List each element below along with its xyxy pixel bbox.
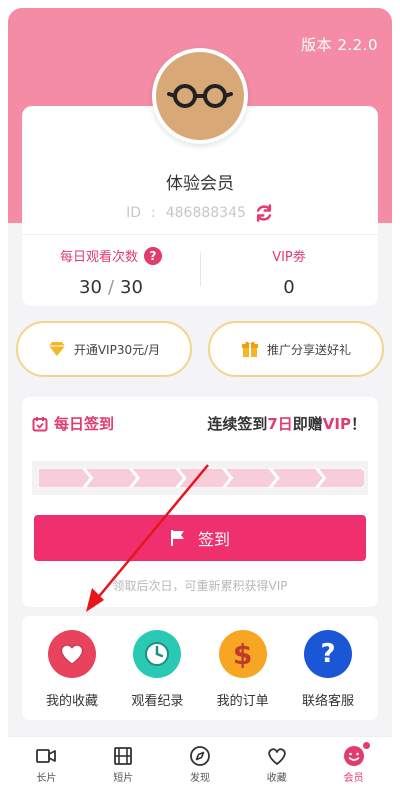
daily-used: 30 (79, 277, 102, 298)
my-favorites-label: 我的收藏 (45, 694, 98, 709)
daily-views-label: 每日观看次数 (59, 250, 138, 265)
my-favorites-item[interactable]: 我的收藏 (30, 616, 114, 720)
tab-member[interactable]: 会员 (324, 737, 384, 784)
flag-icon (170, 530, 184, 546)
progress-day-2 (83, 467, 139, 489)
heart-icon (48, 630, 96, 678)
quick-actions: 我的收藏 观看纪录 $ 我的订单 ? 联络客服 (22, 616, 378, 720)
signin-title: 每日签到 (54, 415, 115, 433)
question-mark-icon[interactable]: ? (144, 246, 162, 265)
avatar[interactable] (152, 48, 248, 144)
refresh-icon[interactable] (254, 203, 274, 223)
film-icon (114, 747, 133, 765)
open-vip-label: 开通VIP30元/月 (73, 342, 161, 357)
signin-progress-track (37, 467, 371, 489)
progress-chevrons (37, 467, 371, 489)
progress-day-4 (176, 467, 232, 489)
vip-voucher-stat[interactable]: VIP劵 0 (200, 246, 378, 298)
tab-discover-label: 发现 (189, 773, 210, 784)
progress-day-7 (315, 467, 371, 489)
contact-support-label: 联络客服 (301, 694, 354, 709)
open-vip-button[interactable]: 开通VIP30元/月 (16, 321, 192, 377)
tab-favorites[interactable]: 收藏 (247, 737, 307, 784)
watch-history-label: 观看纪录 (131, 694, 184, 709)
watch-history-item[interactable]: 观看纪录 (115, 616, 199, 720)
bottom-tab-bar: 长片 短片 发现 收藏 会员 (8, 736, 392, 790)
progress-day-1 (37, 467, 92, 489)
signin-button-label: 签到 (197, 530, 230, 549)
tab-short-videos[interactable]: 短片 (93, 737, 153, 784)
version-label: 版本 2.2.0 (301, 36, 378, 54)
calendar-icon (32, 416, 48, 431)
heart-outline-icon (268, 748, 286, 765)
promo-row: 开通VIP30元/月 推广分享送好礼 (16, 321, 384, 385)
daily-total: 30 (120, 277, 143, 298)
user-id-row: ID:486888345 (22, 203, 378, 223)
daily-signin-card: 每日签到 连续签到7日即赠VIP！ 签到 领取后次日，可重新累积获得VIP (22, 397, 378, 607)
progress-day-5 (222, 467, 278, 489)
tab-short-videos-label: 短片 (113, 773, 134, 784)
progress-day-6 (269, 467, 325, 489)
diamond-icon (48, 342, 65, 356)
video-camera-icon (36, 749, 57, 763)
tab-member-label: 会员 (343, 773, 364, 784)
my-orders-label: 我的订单 (216, 694, 269, 709)
signin-button[interactable]: 签到 (34, 515, 366, 561)
share-gift-button[interactable]: 推广分享送好礼 (208, 321, 384, 377)
daily-views-stat: 每日观看次数 ? 30/30 (22, 246, 200, 298)
tab-discover[interactable]: 发现 (170, 737, 230, 784)
id-value: 486888345 (165, 205, 246, 221)
glasses-avatar-icon (167, 84, 233, 108)
progress-day-3 (129, 467, 185, 489)
id-label: ID (126, 205, 142, 221)
app-frame: 版本 2.2.0 体验会员 ID:486888345 每日观看次数 ? 30/3… (8, 8, 392, 790)
tab-long-videos-label: 长片 (36, 773, 57, 784)
compass-icon (190, 746, 210, 766)
notification-dot (361, 741, 371, 750)
vip-voucher-value: 0 (283, 277, 295, 298)
dollar-icon: $ (218, 630, 267, 678)
stats-divider (22, 234, 378, 235)
signin-progress-bar (32, 461, 371, 495)
contact-support-item[interactable]: ? 联络客服 (286, 616, 370, 720)
clock-icon (133, 630, 182, 678)
share-gift-label: 推广分享送好礼 (266, 342, 351, 357)
nickname: 体验会员 (166, 174, 234, 194)
my-orders-item[interactable]: $ 我的订单 (201, 616, 285, 720)
help-icon: ? (303, 630, 352, 678)
member-face-icon (343, 741, 371, 767)
signin-promo-text: 连续签到7日即赠VIP！ (207, 415, 366, 433)
vip-voucher-label: VIP劵 (272, 250, 306, 265)
gift-icon (241, 341, 258, 357)
signin-note: 领取后次日，可重新累积获得VIP (112, 579, 288, 593)
tab-favorites-label: 收藏 (266, 773, 287, 784)
tab-long-videos[interactable]: 长片 (16, 737, 76, 784)
